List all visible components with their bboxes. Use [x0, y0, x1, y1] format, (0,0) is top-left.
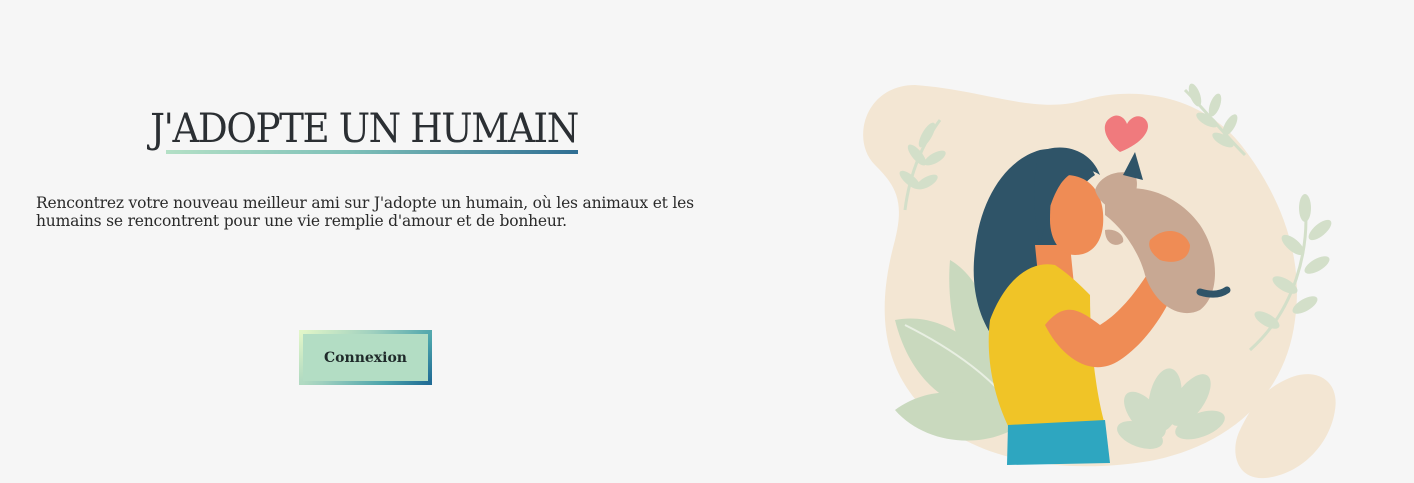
title-underline — [166, 150, 578, 154]
intro-text: Rencontrez votre nouveau meilleur ami su… — [36, 194, 694, 230]
login-button[interactable]: Connexion — [299, 330, 432, 385]
landing-page: J'ADOPTE UN HUMAIN Rencontrez votre nouv… — [0, 0, 1414, 483]
pants — [1007, 420, 1110, 465]
woman-hugging-cat-illustration — [863, 83, 1336, 479]
page-title: J'ADOPTE UN HUMAIN — [150, 106, 579, 152]
